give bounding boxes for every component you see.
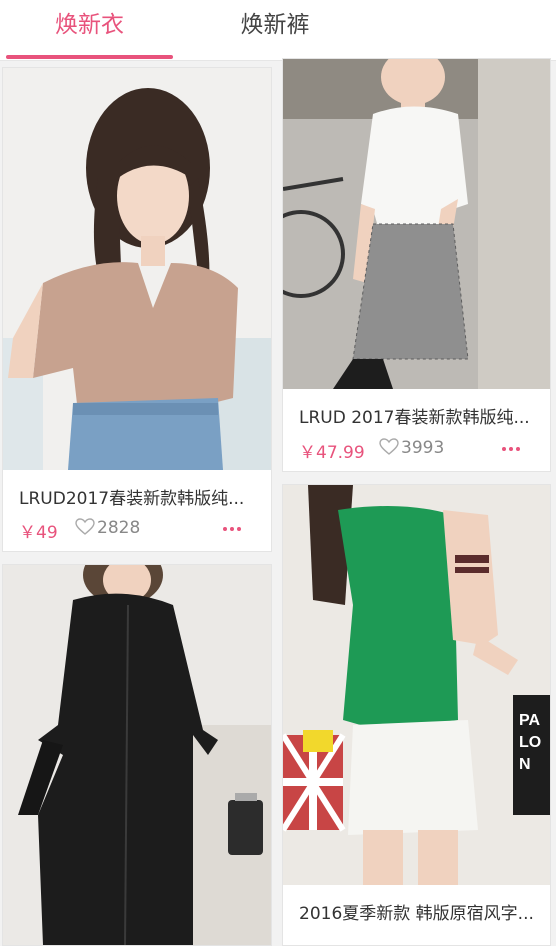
product-image[interactable]: PA LO N: [283, 485, 550, 885]
product-meta: ￥47.99 3993: [299, 438, 540, 463]
active-tab-indicator: [6, 55, 173, 59]
like-count[interactable]: 3993: [379, 438, 444, 458]
product-card[interactable]: [2, 564, 272, 946]
svg-text:PA: PA: [519, 712, 540, 729]
product-image[interactable]: [3, 68, 271, 470]
product-meta: ￥49 2828: [19, 518, 261, 543]
tab-bar: 焕新衣 焕新裤: [0, 0, 556, 61]
product-price: ￥49: [19, 523, 58, 543]
heart-icon[interactable]: [75, 518, 95, 536]
like-count-value: 2828: [97, 518, 141, 538]
svg-text:N: N: [519, 756, 531, 773]
product-card[interactable]: PA LO N 2016夏季新款 韩版原宿风字...: [282, 484, 551, 946]
product-title[interactable]: LRUD2017春装新款韩版纯...: [19, 484, 261, 509]
tab-new-pants[interactable]: 焕新裤: [190, 0, 360, 58]
more-icon[interactable]: [223, 527, 241, 533]
product-title[interactable]: 2016夏季新款 韩版原宿风字...: [299, 899, 540, 924]
like-count[interactable]: 2828: [75, 518, 140, 538]
tab-new-tops[interactable]: 焕新衣: [6, 0, 173, 58]
product-price: ￥47.99: [299, 443, 365, 463]
heart-icon[interactable]: [379, 438, 399, 456]
product-image[interactable]: [3, 565, 271, 945]
like-count-value: 3993: [401, 438, 445, 458]
product-title[interactable]: LRUD 2017春装新款韩版纯...: [299, 403, 540, 428]
svg-text:LO: LO: [519, 734, 541, 751]
product-image[interactable]: [283, 59, 550, 389]
product-card[interactable]: LRUD 2017春装新款韩版纯... ￥47.99 3993: [282, 58, 551, 472]
more-icon[interactable]: [502, 447, 520, 453]
product-card[interactable]: LRUD2017春装新款韩版纯... ￥49 2828: [2, 67, 272, 552]
